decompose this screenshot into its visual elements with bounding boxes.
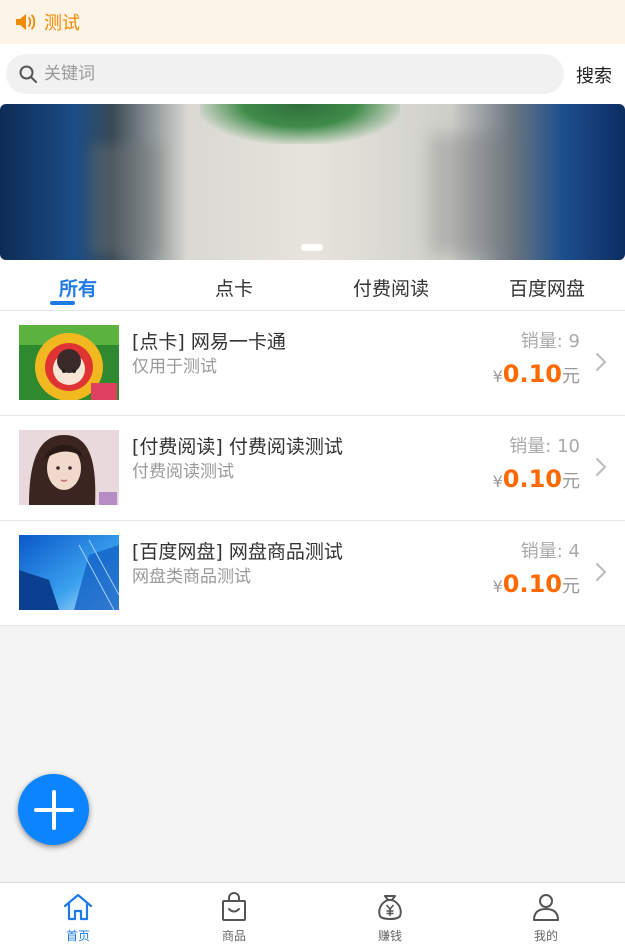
currency-symbol: ¥ [492, 577, 503, 596]
product-list: [点卡] 网易一卡通 仅用于测试 销量: 9 ¥0.10元 [付费阅读] 付费阅… [0, 311, 625, 626]
bottom-nav: 首页 商品 赚钱 我的 [0, 882, 625, 944]
notice-text: 测试 [44, 13, 80, 34]
banner-carousel[interactable] [0, 104, 625, 260]
product-thumbnail [19, 430, 119, 505]
tab-paid-reading[interactable]: 付费阅读 [353, 274, 429, 301]
product-item[interactable]: [百度网盘] 网盘商品测试 网盘类商品测试 销量: 4 ¥0.10元 [0, 521, 625, 626]
money-bag-icon [378, 895, 402, 920]
price-unit: 元 [562, 366, 580, 387]
active-tab-indicator [50, 301, 75, 305]
nav-products[interactable]: 商品 [156, 883, 312, 944]
speaker-icon [16, 14, 36, 30]
product-title: [百度网盘] 网盘商品测试 [132, 541, 343, 563]
product-price: ¥0.10元 [493, 465, 580, 493]
search-box[interactable] [6, 54, 564, 94]
tab-baidu-netdisk[interactable]: 百度网盘 [509, 274, 585, 301]
search-input[interactable] [44, 64, 524, 84]
add-button[interactable] [18, 774, 89, 845]
chevron-right-icon [596, 563, 607, 581]
chevron-right-icon [596, 353, 607, 371]
currency-symbol: ¥ [492, 472, 503, 491]
notice-bar: 测试 [0, 0, 625, 44]
nav-label: 赚钱 [377, 929, 402, 943]
product-desc: 仅用于测试 [132, 357, 217, 377]
product-sales: 销量: 4 [520, 541, 580, 562]
product-thumbnail [19, 535, 119, 610]
price-value: 0.10 [502, 465, 562, 493]
price-value: 0.10 [502, 570, 562, 598]
product-desc: 网盘类商品测试 [132, 567, 251, 587]
search-bar: 搜索 [0, 44, 625, 104]
banner-image-plant [200, 104, 400, 144]
tab-all[interactable]: 所有 [59, 274, 97, 301]
product-item[interactable]: [点卡] 网易一卡通 仅用于测试 销量: 9 ¥0.10元 [0, 311, 625, 416]
product-sales: 销量: 9 [520, 331, 580, 352]
chevron-right-icon [596, 458, 607, 476]
price-unit: 元 [562, 576, 580, 597]
banner-image-shade [90, 144, 160, 254]
product-desc: 付费阅读测试 [132, 462, 234, 482]
carousel-indicator[interactable] [301, 244, 323, 251]
search-icon [19, 65, 37, 83]
product-price: ¥0.10元 [493, 360, 580, 388]
user-icon [533, 894, 559, 921]
nav-label: 首页 [65, 929, 90, 943]
product-title: [点卡] 网易一卡通 [132, 331, 286, 353]
nav-home[interactable]: 首页 [0, 883, 156, 944]
product-sales: 销量: 10 [509, 436, 580, 457]
nav-me[interactable]: 我的 [468, 883, 624, 944]
price-value: 0.10 [502, 360, 562, 388]
search-button[interactable]: 搜索 [576, 62, 612, 88]
nav-earn[interactable]: 赚钱 [312, 883, 468, 944]
currency-symbol: ¥ [492, 367, 503, 386]
nav-label: 商品 [221, 929, 246, 943]
banner-image-shade [430, 134, 510, 254]
nav-label: 我的 [533, 929, 558, 943]
tab-card[interactable]: 点卡 [215, 274, 253, 301]
price-unit: 元 [562, 471, 580, 492]
product-price: ¥0.10元 [493, 570, 580, 598]
shopping-bag-icon [222, 892, 246, 921]
home-icon [63, 893, 93, 921]
product-item[interactable]: [付费阅读] 付费阅读测试 付费阅读测试 销量: 10 ¥0.10元 [0, 416, 625, 521]
plus-icon [33, 789, 74, 830]
category-tabs: 所有 点卡 付费阅读 百度网盘 [0, 260, 625, 311]
product-title: [付费阅读] 付费阅读测试 [132, 436, 343, 458]
product-thumbnail [19, 325, 119, 400]
